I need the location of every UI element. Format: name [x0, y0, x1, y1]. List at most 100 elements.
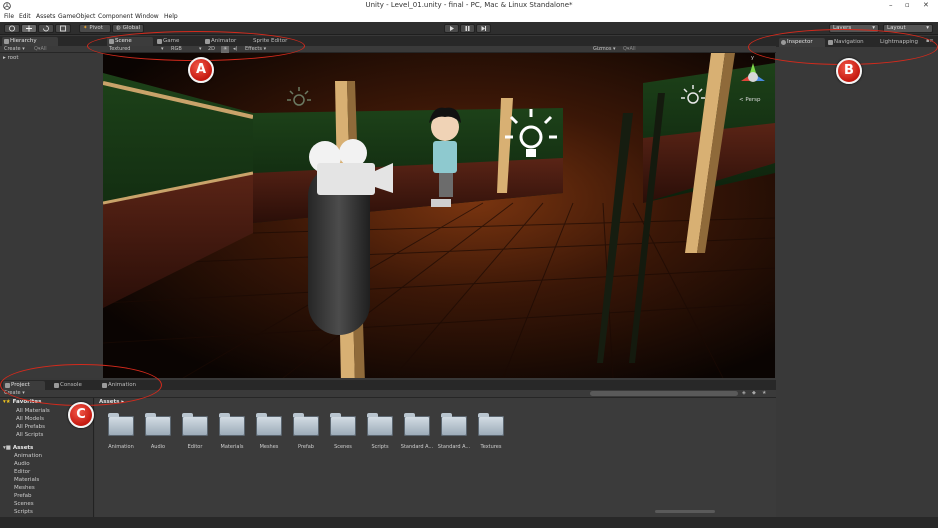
callout-a-highlight — [87, 31, 305, 61]
icon-size-slider[interactable] — [655, 510, 715, 513]
asset-folder[interactable]: Standard A... — [436, 413, 472, 456]
assets-header[interactable]: ▾■ Assets — [3, 445, 33, 451]
pivot-icon: ✦ — [83, 25, 88, 31]
global-label: Global — [122, 25, 141, 31]
play-icon — [450, 26, 454, 31]
asset-folder[interactable]: Textures — [473, 413, 509, 456]
menu-edit[interactable]: Edit — [19, 13, 31, 20]
asset-folder-item[interactable]: Editor — [14, 469, 30, 475]
folder-icon: ▾■ — [3, 445, 11, 451]
pivot-label: Pivot — [89, 25, 103, 31]
filter-by-type-icon[interactable]: ◈ — [742, 390, 746, 397]
menu-component[interactable]: Component — [98, 13, 133, 20]
tab-hierarchy-label: Hierarchy — [10, 38, 37, 44]
folder-icon — [478, 413, 504, 436]
hierarchy-icon — [4, 39, 9, 44]
asset-folder[interactable]: Editor — [177, 413, 213, 456]
scene-view[interactable]: y < Persp — [103, 53, 775, 378]
layout-label: Layout — [887, 25, 906, 31]
tab-hierarchy[interactable]: Hierarchy — [2, 37, 58, 46]
favorites-star-icon: ▾★ — [3, 399, 11, 405]
hand-tool-button[interactable] — [4, 24, 20, 33]
maximize-button[interactable]: ▫ — [905, 1, 910, 9]
pause-icon — [465, 26, 470, 31]
hierarchy-panel: ▸ root — [0, 53, 103, 378]
asset-folder[interactable]: Scripts — [362, 413, 398, 456]
move-icon — [26, 25, 32, 32]
folder-icon — [367, 413, 393, 436]
menu-file[interactable]: File — [4, 13, 14, 20]
asset-folder-item[interactable]: Animation — [14, 453, 42, 459]
pivot-toggle-button[interactable]: ✦ Pivot — [79, 24, 111, 33]
minimize-button[interactable]: – — [889, 1, 893, 9]
scene-search-input[interactable]: Q▾All — [623, 46, 636, 53]
asset-folder-item[interactable]: Scenes — [14, 501, 34, 507]
menu-assets[interactable]: Assets — [36, 13, 56, 20]
close-button[interactable]: ✕ — [923, 1, 929, 9]
globe-icon: ◍ — [116, 25, 121, 31]
callout-c-badge: C — [68, 402, 94, 428]
hierarchy-root-item[interactable]: ▸ root — [3, 55, 19, 61]
point-light-icon[interactable] — [285, 85, 313, 113]
favorites-item[interactable]: All Prefabs — [16, 424, 45, 430]
folder-icon — [145, 413, 171, 436]
filter-by-label-icon[interactable]: ◆ — [752, 390, 756, 397]
asset-folder[interactable]: Meshes — [251, 413, 287, 456]
asset-folder[interactable]: Audio — [140, 413, 176, 456]
asset-folder-item[interactable]: Scripts — [14, 509, 33, 515]
folder-icon — [219, 413, 245, 436]
asset-folder-item[interactable]: Meshes — [14, 485, 35, 491]
folder-icon — [108, 413, 134, 436]
menu-bar: File Edit Assets GameObject Component Wi… — [0, 12, 938, 22]
folder-icon — [256, 413, 282, 436]
assets-header-label: Assets — [12, 445, 34, 451]
callout-a-badge: A — [188, 57, 214, 83]
gizmos-dropdown[interactable]: Gizmos ▾ — [593, 46, 616, 53]
camera-gizmo-icon[interactable] — [303, 137, 395, 199]
chevron-down-icon: ▾ — [926, 25, 929, 31]
point-light-icon[interactable] — [679, 83, 707, 111]
inspector-panel — [776, 47, 938, 517]
hierarchy-create-button[interactable]: Create ▾ — [4, 46, 25, 53]
scale-icon — [60, 25, 66, 32]
asset-folder[interactable]: Animation — [103, 413, 139, 456]
project-search-input[interactable] — [590, 391, 738, 396]
favorites-item[interactable]: All Materials — [16, 408, 50, 414]
step-button[interactable] — [476, 24, 491, 33]
favorites-item[interactable]: All Models — [16, 416, 44, 422]
scale-tool-button[interactable] — [55, 24, 71, 33]
perspective-toggle[interactable]: < Persp — [739, 97, 760, 103]
hierarchy-search-input[interactable]: Q▾All — [34, 46, 47, 53]
asset-folder-item[interactable]: Audio — [14, 461, 30, 467]
window-title: Unity - Level_01.unity - final - PC, Mac… — [365, 1, 573, 9]
rotate-icon — [43, 25, 49, 32]
favorite-star-icon[interactable]: ★ — [762, 390, 766, 397]
asset-folder[interactable]: Materials — [214, 413, 250, 456]
asset-folder-label: Textures — [480, 444, 502, 450]
rotate-tool-button[interactable] — [38, 24, 54, 33]
gizmo-y-label: y — [751, 55, 754, 61]
asset-folder[interactable]: Prefab — [288, 413, 324, 456]
asset-folder[interactable]: Scenes — [325, 413, 361, 456]
step-icon — [481, 26, 486, 31]
pause-button[interactable] — [460, 24, 475, 33]
title-bar: Unity - Level_01.unity - final - PC, Mac… — [0, 0, 938, 12]
favorites-item[interactable]: All Scripts — [16, 432, 43, 438]
menu-help[interactable]: Help — [164, 13, 178, 20]
play-button[interactable] — [444, 24, 459, 33]
scene-orientation-gizmo-icon[interactable] — [737, 59, 769, 93]
menu-window[interactable]: Window — [135, 13, 159, 20]
move-tool-button[interactable] — [21, 24, 37, 33]
global-toggle-button[interactable]: ◍ Global — [112, 24, 144, 33]
menu-gameobject[interactable]: GameObject — [58, 13, 95, 20]
folder-icon — [182, 413, 208, 436]
folder-icon — [441, 413, 467, 436]
asset-folder[interactable]: Standard A... — [399, 413, 435, 456]
hand-icon — [8, 25, 16, 32]
folder-icon — [404, 413, 430, 436]
asset-folder-item[interactable]: Materials — [14, 477, 39, 483]
callout-b-badge: B — [836, 58, 862, 84]
asset-folder-item[interactable]: Prefab — [14, 493, 32, 499]
project-assets-grid: Assets ▸ Animation Audio Editor Material… — [95, 398, 776, 517]
point-light-icon[interactable] — [501, 105, 561, 165]
